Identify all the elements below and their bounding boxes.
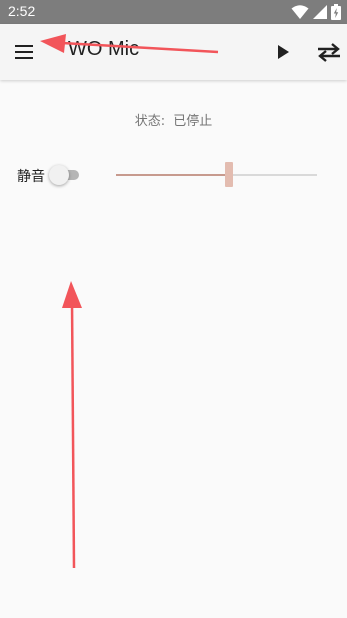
app-title: WO Mic [68, 38, 140, 60]
volume-slider[interactable] [116, 162, 317, 188]
mute-toggle-thumb[interactable] [49, 165, 69, 185]
swap-icon[interactable] [316, 40, 342, 64]
app-screen: 2:52 WO Mic 状态: 已停止 静音 [0, 0, 347, 618]
volume-slider-thumb[interactable] [225, 162, 233, 187]
status-bar: 2:52 [0, 0, 347, 24]
battery-icon [331, 4, 341, 20]
volume-slider-fill [116, 174, 229, 176]
status-value: 已停止 [173, 114, 213, 129]
status-time: 2:52 [8, 3, 36, 19]
play-icon[interactable] [270, 40, 294, 64]
connection-status: 状态: 已停止 [0, 110, 347, 129]
annotation-overlay [40, 34, 219, 569]
status-label: 状态: [134, 114, 166, 129]
signal-icon [313, 5, 327, 19]
wifi-icon [291, 5, 309, 19]
mute-toggle[interactable] [49, 164, 81, 186]
mute-label: 静音 [17, 169, 45, 185]
status-icons [291, 2, 341, 22]
app-bar: WO Mic [0, 24, 347, 80]
menu-icon[interactable] [12, 40, 36, 64]
annotation-arrow-up [62, 281, 82, 569]
